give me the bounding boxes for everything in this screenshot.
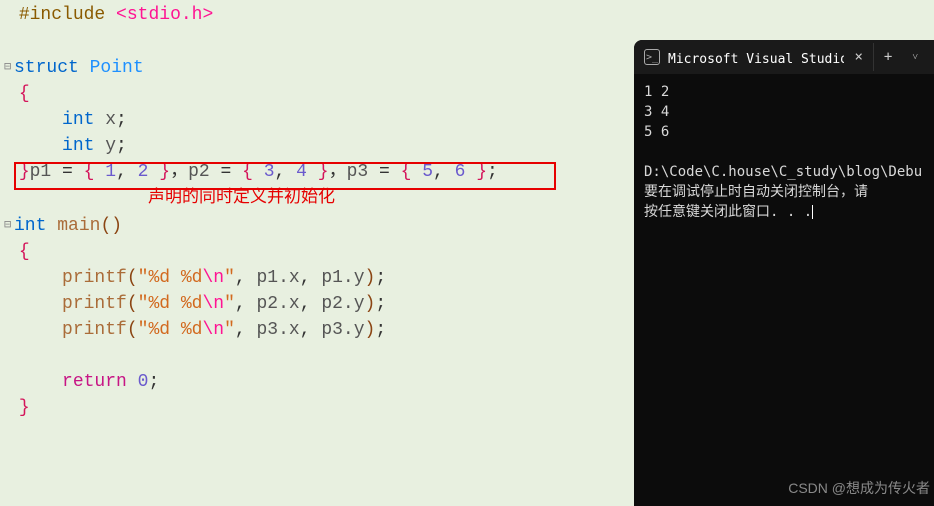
output-line: 3 4 xyxy=(644,104,669,120)
header-name: stdio.h xyxy=(127,5,203,25)
type-identifier: Point xyxy=(90,58,144,78)
console-title-text: Microsoft Visual Studio 调试 xyxy=(668,48,844,67)
output-path: D:\Code\C.house\C_study\blog\Debu xyxy=(644,164,922,180)
function-name: main xyxy=(57,216,100,236)
fold-icon[interactable]: ⊟ xyxy=(4,212,14,238)
new-tab-button[interactable]: + xyxy=(873,43,902,71)
console-titlebar[interactable]: >_ Microsoft Visual Studio 调试 × + ˅ xyxy=(634,40,934,74)
code-line: #include <stdio.h> xyxy=(8,2,926,28)
text-cursor xyxy=(812,205,813,219)
output-line: 5 6 xyxy=(644,124,669,140)
output-message: 按任意键关闭此窗口. . . xyxy=(644,204,812,220)
fold-icon[interactable]: ⊟ xyxy=(4,54,14,80)
output-line: 1 2 xyxy=(644,84,669,100)
console-output[interactable]: 1 2 3 4 5 6 D:\Code\C.house\C_study\blog… xyxy=(634,74,934,230)
dropdown-icon[interactable]: ˅ xyxy=(902,46,928,69)
close-tab-button[interactable]: × xyxy=(844,43,872,71)
terminal-icon: >_ xyxy=(644,49,660,65)
annotation-text: 声明的同时定义并初始化 xyxy=(148,189,335,208)
output-message: 要在调试停止时自动关闭控制台，请 xyxy=(644,184,868,200)
struct-keyword: struct xyxy=(14,58,79,78)
watermark-text: CSDN @想成为传火者 xyxy=(788,478,930,498)
include-keyword: #include xyxy=(19,5,105,25)
debug-console: >_ Microsoft Visual Studio 调试 × + ˅ 1 2 … xyxy=(634,40,934,506)
